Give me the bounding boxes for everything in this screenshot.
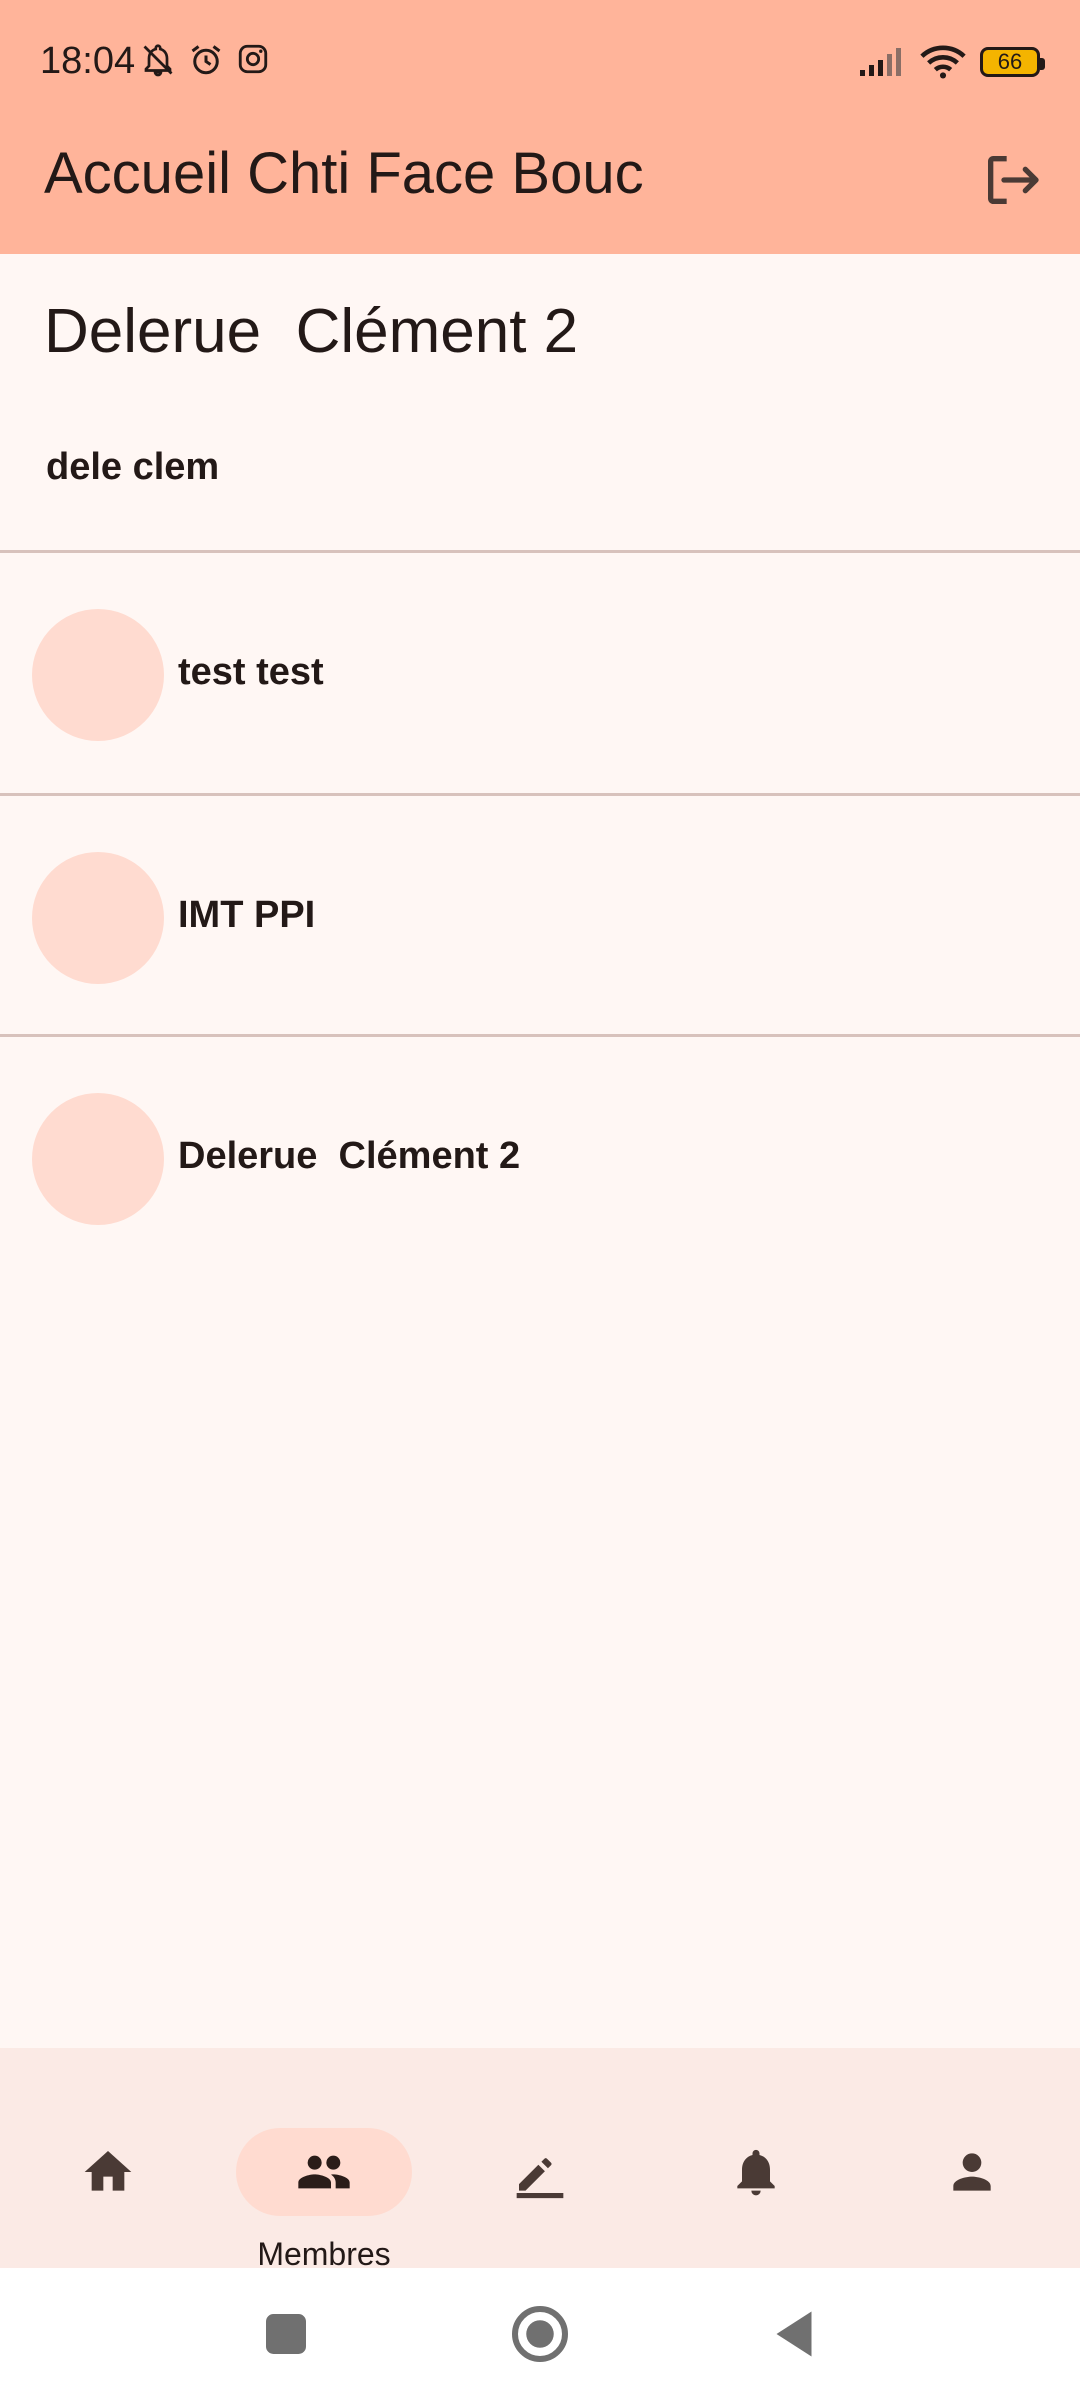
avatar — [32, 852, 164, 984]
member-row[interactable]: IMT PPI — [0, 796, 1080, 1036]
status-system-icons: 66 — [858, 44, 1045, 80]
member-name: test test — [178, 651, 324, 693]
back-icon[interactable] — [764, 2304, 824, 2364]
bell-icon — [737, 2149, 775, 2196]
status-time: 18:04 — [40, 40, 136, 82]
member-name: Delerue Clément 2 — [178, 1135, 521, 1177]
member-row[interactable]: test test — [0, 553, 1080, 793]
home-circle-icon[interactable] — [510, 2304, 570, 2364]
group-icon — [298, 2155, 350, 2189]
status-notification-icons — [140, 42, 270, 78]
logout-icon[interactable] — [980, 148, 1044, 212]
signal-icon — [860, 48, 901, 76]
battery-level: 66 — [997, 49, 1023, 74]
recents-icon[interactable] — [256, 2304, 316, 2364]
bell-off-icon — [143, 44, 173, 77]
profile-username: dele clem — [46, 446, 220, 488]
person-icon — [953, 2153, 991, 2191]
member-name: IMT PPI — [178, 894, 316, 936]
avatar — [32, 1093, 164, 1225]
alarm-icon — [191, 45, 221, 75]
nav-item-notifications[interactable] — [648, 2088, 864, 2228]
status-bar: 18:04 66 — [0, 0, 1080, 128]
battery-icon: 66 — [980, 47, 1045, 77]
nav-item-profile[interactable] — [864, 2088, 1080, 2228]
top-app-bar: 18:04 66 Accueil Chti Face Bouc — [0, 0, 1080, 254]
nav-item-membres[interactable]: Membres — [216, 2088, 432, 2272]
instagram-icon — [238, 44, 268, 74]
profile-name: Delerue Clément 2 — [44, 297, 579, 366]
system-navigation-bar — [0, 2268, 1080, 2400]
edit-icon — [516, 2158, 564, 2199]
avatar — [32, 609, 164, 741]
nav-item-edit[interactable] — [432, 2088, 648, 2228]
wifi-icon — [920, 45, 966, 79]
app-title: Accueil Chti Face Bouc — [44, 141, 644, 206]
nav-item-home[interactable] — [0, 2088, 216, 2228]
bottom-navigation-bar: Membres — [0, 2048, 1080, 2272]
member-row[interactable]: Delerue Clément 2 — [0, 1037, 1080, 1277]
home-icon — [84, 2151, 132, 2191]
